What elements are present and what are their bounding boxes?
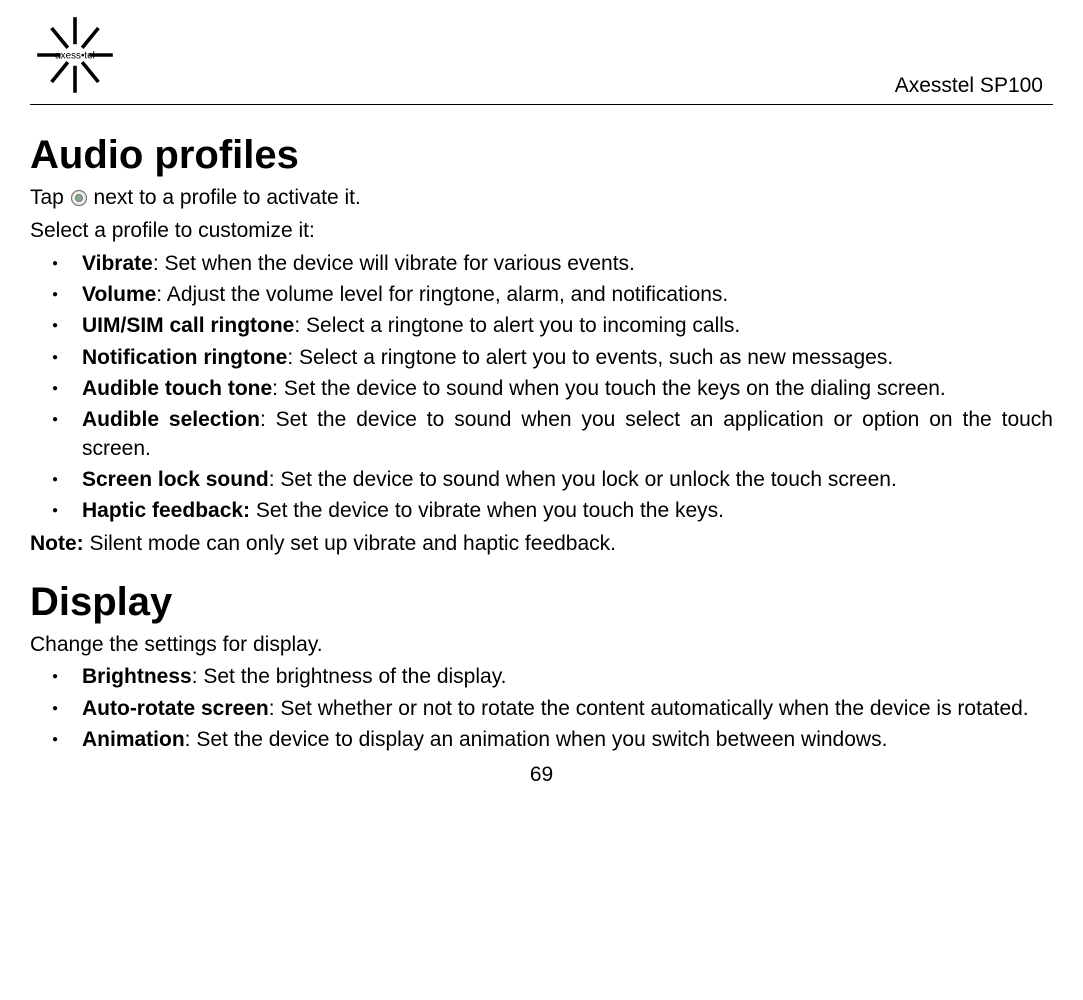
document-page: axess•tel Axesstel SP100 Audio profiles …	[0, 0, 1083, 797]
heading-display: Display	[30, 580, 1053, 625]
item-label: Haptic feedback:	[82, 499, 250, 522]
item-label: UIM/SIM call ringtone	[82, 314, 294, 337]
tap-instruction: Tap next to a profile to activate it.	[30, 184, 1053, 215]
list-item: Audible selection: Set the device to sou…	[82, 406, 1053, 463]
page-header: axess•tel Axesstel SP100	[30, 10, 1053, 105]
item-desc: : Adjust the volume level for ringtone, …	[156, 283, 728, 306]
item-desc: Set the device to vibrate when you touch…	[250, 499, 724, 522]
item-desc: : Set whether or not to rotate the conte…	[269, 697, 1029, 720]
list-item: Vibrate: Set when the device will vibrat…	[82, 250, 1053, 278]
note-line: Note: Silent mode can only set up vibrat…	[30, 530, 1053, 558]
list-item: Brightness: Set the brightness of the di…	[82, 663, 1053, 691]
radio-icon	[70, 187, 88, 215]
model-name: Axesstel SP100	[895, 74, 1053, 100]
list-item: Volume: Adjust the volume level for ring…	[82, 281, 1053, 309]
item-label: Animation	[82, 728, 185, 751]
item-label: Screen lock sound	[82, 468, 269, 491]
note-label: Note:	[30, 532, 90, 555]
item-desc: : Set when the device will vibrate for v…	[153, 252, 635, 275]
heading-audio-profiles: Audio profiles	[30, 133, 1053, 178]
item-desc: : Set the brightness of the display.	[192, 665, 507, 688]
item-desc: : Select a ringtone to alert you to inco…	[294, 314, 740, 337]
list-item: Animation: Set the device to display an …	[82, 726, 1053, 754]
note-text: Silent mode can only set up vibrate and …	[90, 532, 617, 555]
item-label: Volume	[82, 283, 156, 306]
item-desc: : Set the device to sound when you lock …	[269, 468, 897, 491]
item-label: Audible touch tone	[82, 377, 272, 400]
item-label: Notification ringtone	[82, 346, 287, 369]
display-intro: Change the settings for display.	[30, 631, 1053, 659]
item-label: Auto-rotate screen	[82, 697, 269, 720]
tap-prefix: Tap	[30, 186, 70, 209]
item-desc: : Set the device to sound when you touch…	[272, 377, 946, 400]
list-item: Auto-rotate screen: Set whether or not t…	[82, 695, 1053, 723]
axesstel-logo: axess•tel	[30, 10, 120, 100]
list-item: UIM/SIM call ringtone: Select a ringtone…	[82, 312, 1053, 340]
item-desc: : Set the device to display an animation…	[185, 728, 888, 751]
list-item: Audible touch tone: Set the device to so…	[82, 375, 1053, 403]
audio-options-list: Vibrate: Set when the device will vibrat…	[30, 250, 1053, 526]
item-label: Brightness	[82, 665, 192, 688]
select-line: Select a profile to customize it:	[30, 217, 1053, 245]
page-number: 69	[30, 763, 1053, 787]
item-desc: : Select a ringtone to alert you to even…	[287, 346, 893, 369]
svg-text:axess•tel: axess•tel	[55, 51, 95, 62]
item-label: Audible selection	[82, 408, 260, 431]
display-options-list: Brightness: Set the brightness of the di…	[30, 663, 1053, 754]
tap-suffix: next to a profile to activate it.	[94, 186, 361, 209]
item-label: Vibrate	[82, 252, 153, 275]
list-item: Haptic feedback: Set the device to vibra…	[82, 497, 1053, 525]
list-item: Notification ringtone: Select a ringtone…	[82, 344, 1053, 372]
list-item: Screen lock sound: Set the device to sou…	[82, 466, 1053, 494]
